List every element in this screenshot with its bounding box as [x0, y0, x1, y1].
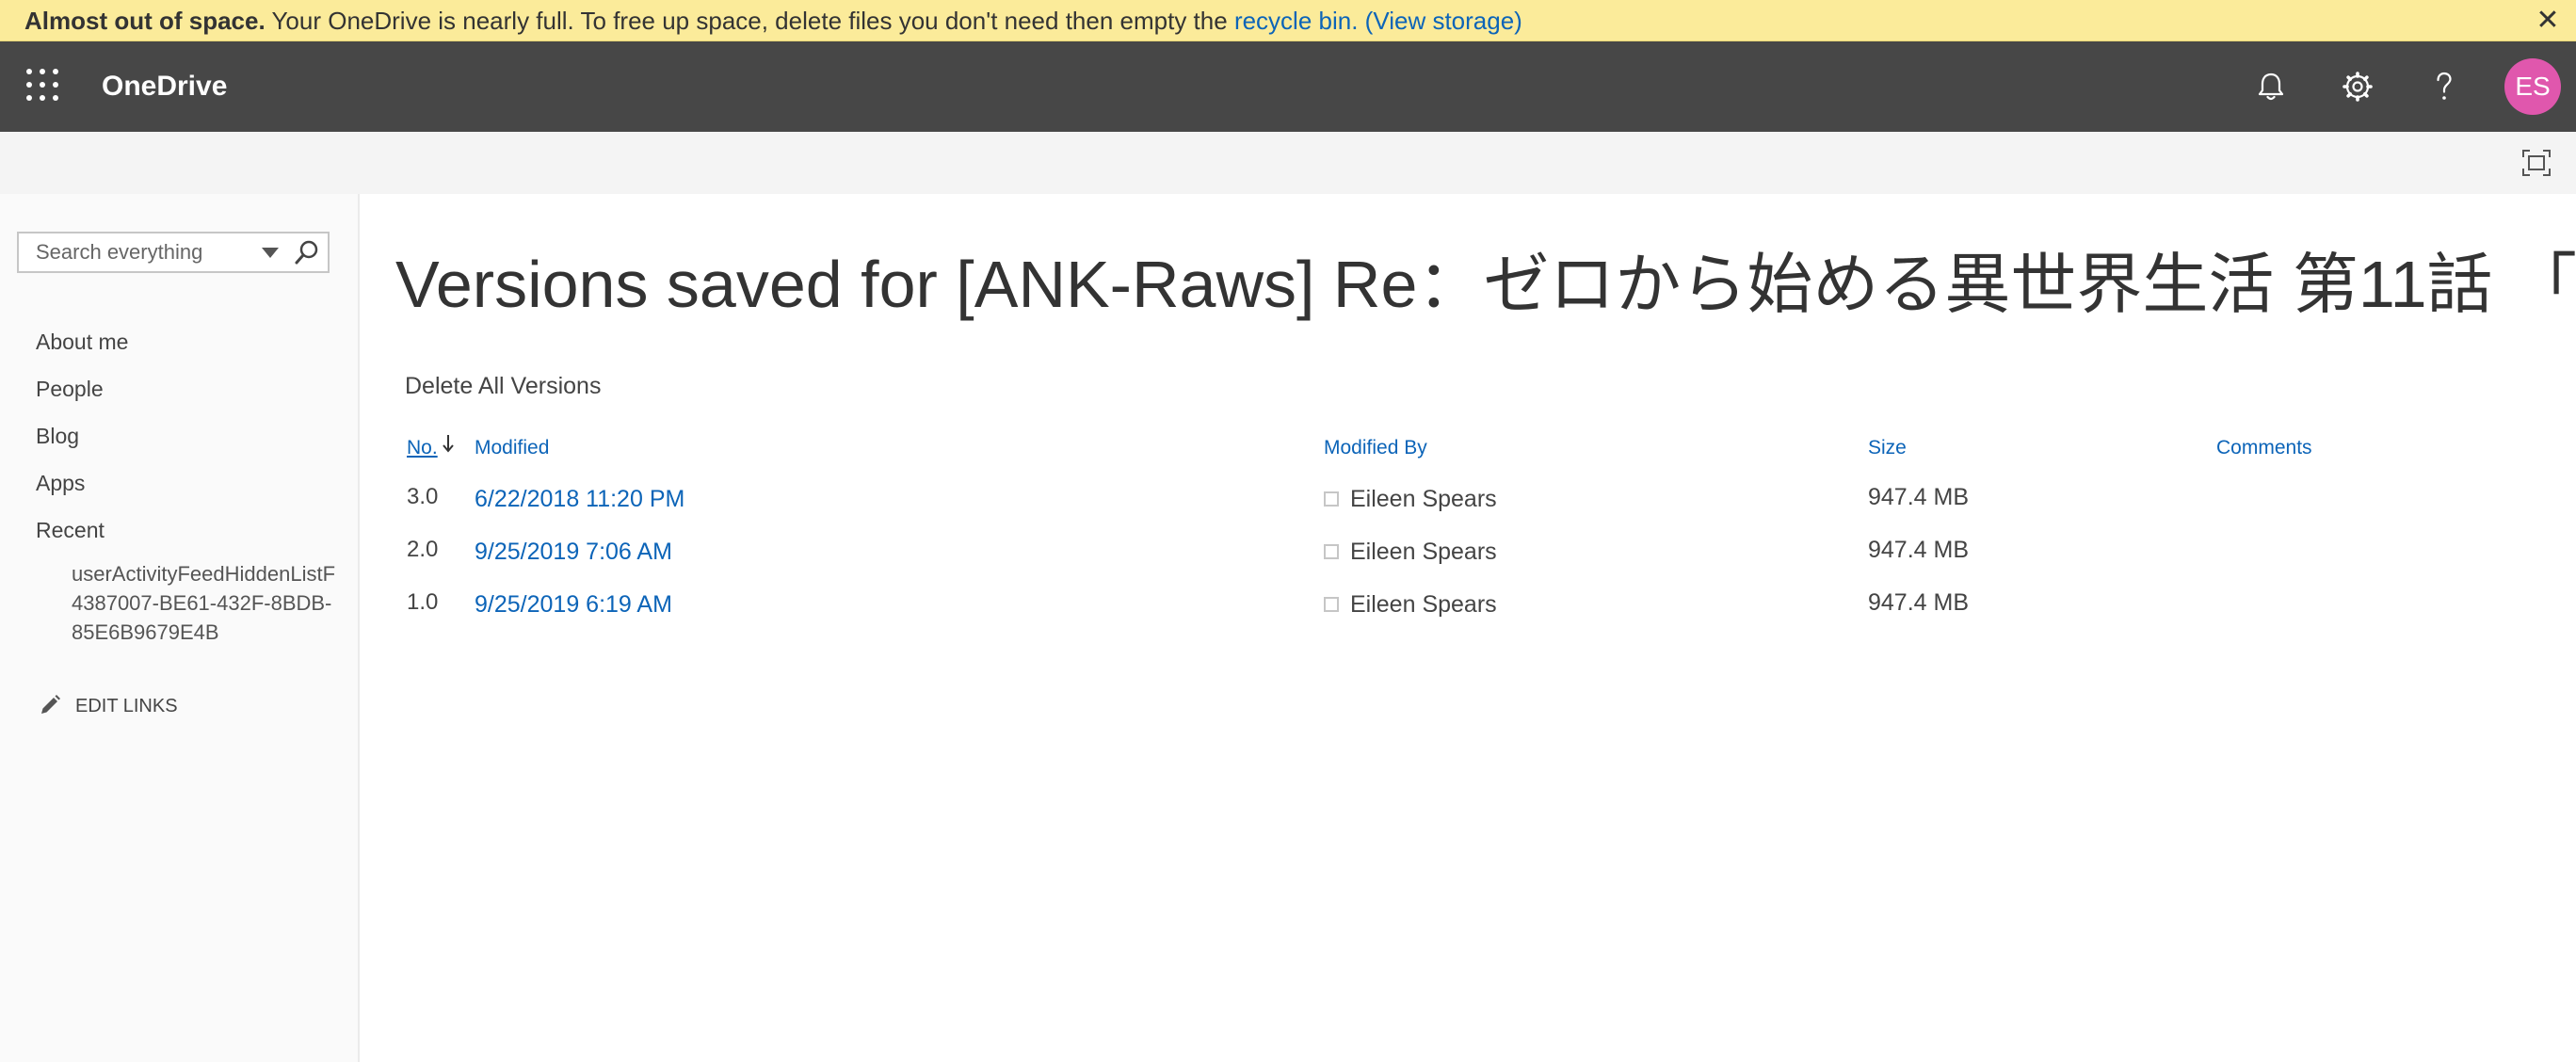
version-size: 947.4 MB	[1868, 589, 1970, 616]
recycle-bin-link[interactable]: recycle bin.	[1234, 7, 1359, 35]
page-title: Versions saved for [ANK-Raws] Re：ゼロから始める…	[395, 248, 2576, 321]
delete-all-versions-button[interactable]: Delete All Versions	[405, 373, 601, 400]
column-header-comments[interactable]: Comments	[2216, 437, 2312, 459]
modified-by-user[interactable]: Eileen Spears	[1350, 591, 1497, 619]
search-input[interactable]	[19, 233, 245, 271]
left-nav: About me People Blog Apps Recent userAct…	[0, 194, 360, 1062]
nav-item-apps[interactable]: Apps	[36, 459, 128, 507]
waffle-icon[interactable]	[26, 69, 58, 101]
banner-close-button[interactable]: ✕	[2529, 0, 2567, 41]
sort-descending-icon[interactable]	[441, 433, 456, 454]
recent-item-link[interactable]: userActivityFeedHiddenListF4387007-BE61-…	[72, 559, 335, 647]
help-icon[interactable]	[2423, 66, 2465, 107]
nav-item-recent[interactable]: Recent	[36, 507, 128, 554]
storage-warning-banner: Almost out of space. Your OneDrive is ne…	[0, 0, 2576, 41]
pencil-icon	[41, 695, 60, 714]
banner-spacer	[1358, 7, 1364, 35]
table-row: 2.0 9/25/2019 7:06 AM Eileen Spears 947.…	[362, 529, 2527, 582]
version-number: 1.0	[407, 589, 439, 615]
suite-bar: OneDrive ES	[0, 41, 2576, 132]
nav-item-blog[interactable]: Blog	[36, 412, 128, 459]
search-icon[interactable]	[294, 239, 320, 266]
command-bar	[0, 132, 2576, 194]
version-date-link[interactable]: 9/25/2019 7:06 AM	[475, 539, 672, 566]
presence-checkbox[interactable]	[1324, 491, 1339, 507]
search-box	[17, 232, 330, 273]
nav-item-about-me[interactable]: About me	[36, 318, 128, 365]
nav-list: About me People Blog Apps Recent	[36, 318, 128, 554]
modified-by-user[interactable]: Eileen Spears	[1350, 486, 1497, 513]
chevron-down-icon[interactable]	[260, 245, 281, 260]
table-row: 1.0 9/25/2019 6:19 AM Eileen Spears 947.…	[362, 582, 2527, 635]
column-header-modified-by[interactable]: Modified By	[1324, 437, 1427, 459]
gear-icon[interactable]	[2337, 66, 2378, 107]
banner-text: Almost out of space. Your OneDrive is ne…	[24, 0, 1522, 41]
focus-mode-icon[interactable]	[2521, 149, 2552, 177]
column-header-no[interactable]: No.	[407, 437, 438, 459]
version-date-link[interactable]: 9/25/2019 6:19 AM	[475, 591, 672, 619]
banner-message: Your OneDrive is nearly full. To free up…	[265, 7, 1234, 35]
column-header-modified[interactable]: Modified	[475, 437, 549, 459]
presence-checkbox[interactable]	[1324, 597, 1339, 612]
version-number: 2.0	[407, 537, 439, 562]
app-name[interactable]: OneDrive	[102, 41, 227, 132]
bell-icon[interactable]	[2250, 66, 2292, 107]
version-size: 947.4 MB	[1868, 484, 1970, 510]
table-row: 3.0 6/22/2018 11:20 PM Eileen Spears 947…	[362, 476, 2527, 529]
nav-item-people[interactable]: People	[36, 365, 128, 412]
column-header-size[interactable]: Size	[1868, 437, 1907, 459]
version-size: 947.4 MB	[1868, 537, 1970, 563]
edit-links-label: EDIT LINKS	[75, 696, 178, 716]
avatar[interactable]: ES	[2504, 58, 2561, 115]
view-storage-link[interactable]: (View storage)	[1365, 7, 1522, 35]
version-date-link[interactable]: 6/22/2018 11:20 PM	[475, 486, 684, 513]
version-number: 3.0	[407, 484, 439, 509]
main-content: Versions saved for [ANK-Raws] Re：ゼロから始める…	[362, 194, 2576, 1062]
banner-bold-text: Almost out of space.	[24, 7, 266, 35]
modified-by-user[interactable]: Eileen Spears	[1350, 539, 1497, 566]
presence-checkbox[interactable]	[1324, 544, 1339, 559]
